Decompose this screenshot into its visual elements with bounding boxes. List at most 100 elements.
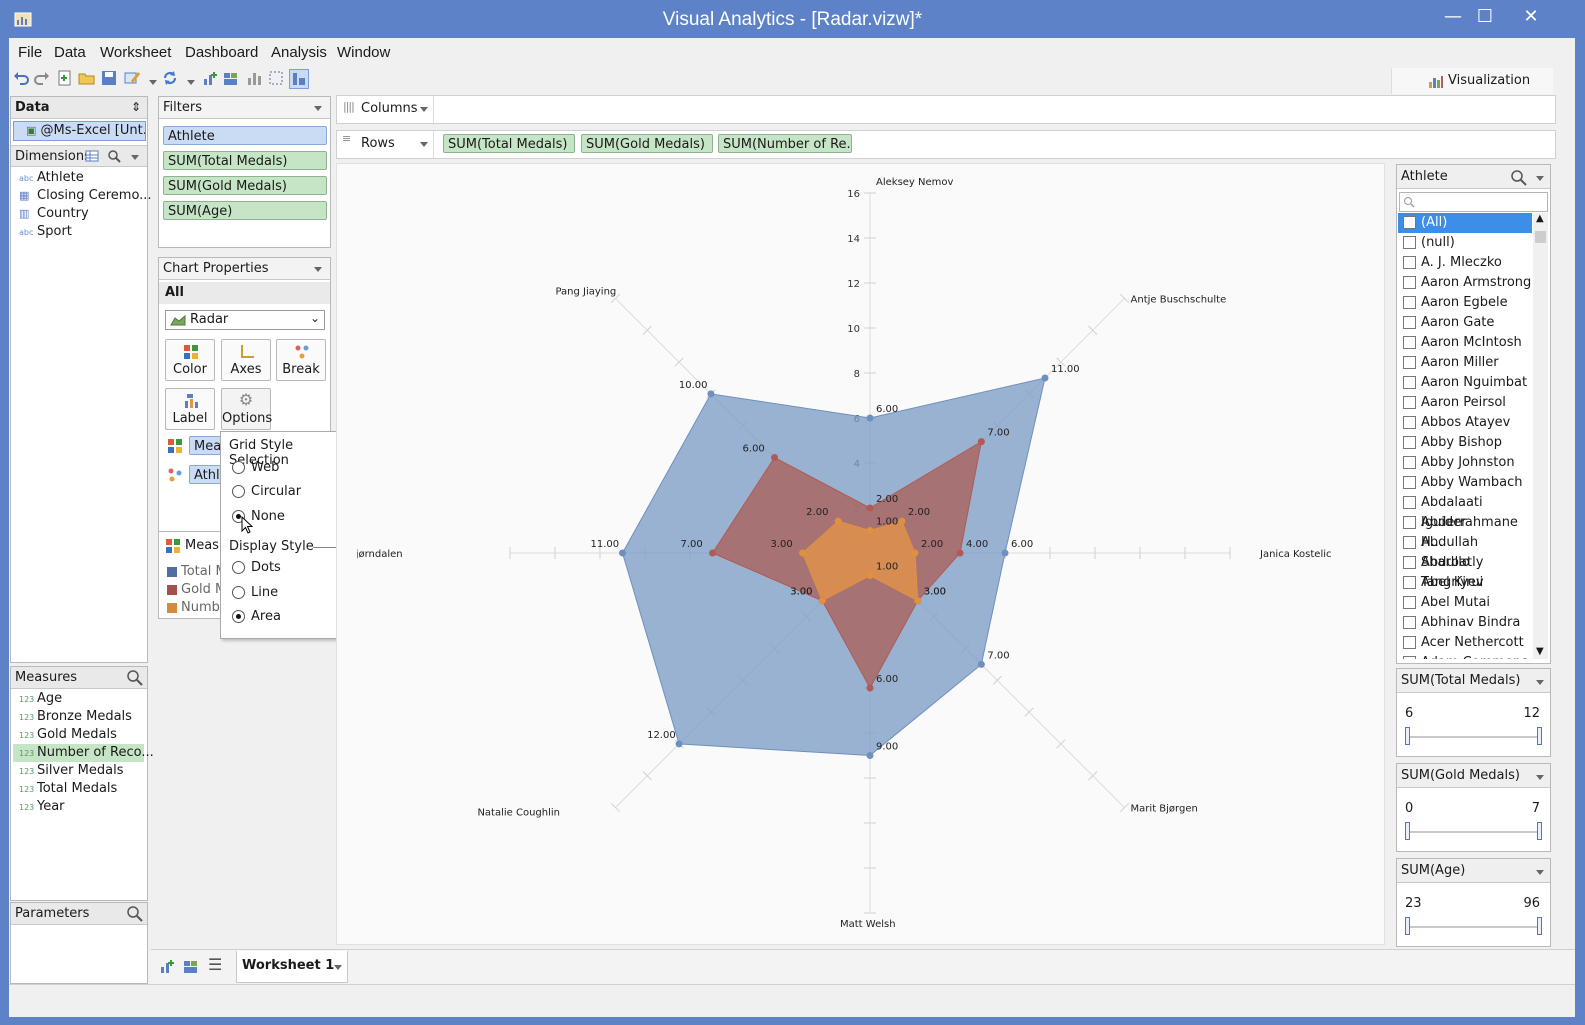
measure-item-gold-medals[interactable]: 123 Gold Medals — [19, 726, 117, 744]
athlete-item[interactable]: Aaron Peirsol — [1398, 393, 1532, 413]
scroll-down-icon[interactable]: ▼ — [1536, 646, 1544, 657]
athlete-item[interactable]: Abby Wambach — [1398, 473, 1532, 493]
sheet-tab-worksheet-1[interactable]: Worksheet 1 — [236, 951, 348, 983]
chevron-down-icon[interactable] — [334, 965, 342, 970]
color-button[interactable]: Color — [165, 339, 215, 381]
athlete-checkbox[interactable] — [1403, 256, 1416, 269]
athlete-checkbox[interactable] — [1403, 616, 1416, 629]
chevron-down-icon[interactable] — [314, 106, 322, 111]
select-icon[interactable] — [267, 69, 285, 87]
athlete-checkbox[interactable] — [1403, 496, 1416, 509]
filter-pill-athlete[interactable]: Athlete — [163, 126, 327, 145]
chevron-down-icon[interactable] — [420, 107, 428, 112]
chevron-down-icon[interactable] — [314, 267, 322, 272]
chevron-down-icon[interactable] — [187, 80, 195, 85]
new-dashboard-icon[interactable] — [222, 69, 240, 87]
chevron-down-icon[interactable] — [1536, 870, 1544, 875]
filter-pill-gold-medals[interactable]: SUM(Gold Medals) — [163, 176, 327, 195]
measure-item-total-medals[interactable]: 123 Total Medals — [19, 780, 117, 798]
chevron-down-icon[interactable] — [420, 142, 428, 147]
axes-button[interactable]: Axes — [221, 339, 271, 381]
refresh-icon[interactable] — [161, 69, 179, 87]
pin-icon[interactable]: ⇕ — [131, 100, 141, 114]
athlete-checkbox[interactable] — [1403, 276, 1416, 289]
dimension-item-closing-ceremony[interactable]: ▦ Closing Ceremo... — [19, 187, 152, 205]
athlete-checkbox[interactable] — [1403, 316, 1416, 329]
grid-web-radio[interactable] — [232, 461, 245, 474]
athlete-checkbox[interactable] — [1403, 516, 1416, 529]
athlete-item[interactable]: (null) — [1398, 233, 1532, 253]
athlete-item[interactable]: Abbos Atayev — [1398, 413, 1532, 433]
menu-window[interactable]: Window — [337, 44, 390, 61]
athlete-list-scrollbar[interactable]: ▲ ▼ — [1533, 213, 1548, 659]
search-icon[interactable] — [127, 906, 143, 922]
range-slider-max-handle[interactable] — [1537, 727, 1542, 745]
athlete-item[interactable]: Abel Mutai — [1398, 593, 1532, 613]
table-icon[interactable] — [85, 149, 99, 163]
athlete-checkbox[interactable] — [1403, 536, 1416, 549]
display-line-radio[interactable] — [232, 586, 245, 599]
athlete-item[interactable]: Aaron Nguimbat — [1398, 373, 1532, 393]
athlete-item[interactable]: Abdullah Sharbatly — [1398, 533, 1532, 570]
athlete-checkbox[interactable] — [1403, 476, 1416, 489]
filter-pill-age[interactable]: SUM(Age) — [163, 201, 327, 220]
options-button[interactable]: ⚙ Options — [221, 388, 272, 430]
sheet-list-icon[interactable]: ☰ — [208, 955, 222, 974]
rows-pill-total-medals[interactable]: SUM(Total Medals) — [443, 134, 575, 153]
athlete-checkbox[interactable] — [1403, 636, 1416, 649]
columns-shelf[interactable]: |||| Columns — [336, 95, 1556, 124]
redo-icon[interactable] — [33, 69, 51, 87]
chevron-down-icon[interactable] — [131, 155, 139, 160]
menu-worksheet[interactable]: Worksheet — [100, 44, 171, 61]
display-dots-radio[interactable] — [232, 561, 245, 574]
label-button[interactable]: Label — [165, 388, 215, 430]
chevron-down-icon[interactable] — [1536, 680, 1544, 685]
athlete-item[interactable]: Aaron Egbele — [1398, 293, 1532, 313]
range-slider-track[interactable] — [1407, 831, 1539, 833]
search-icon[interactable] — [107, 149, 121, 163]
athlete-item[interactable]: Abby Johnston — [1398, 453, 1532, 473]
range-slider-min-handle[interactable] — [1405, 822, 1410, 840]
athlete-checkbox[interactable] — [1403, 596, 1416, 609]
new-icon[interactable] — [56, 69, 74, 87]
athlete-search-input[interactable] — [1399, 192, 1548, 212]
athlete-item[interactable]: Aaron Gate — [1398, 313, 1532, 333]
menu-file[interactable]: File — [18, 44, 42, 61]
measure-item-silver-medals[interactable]: 123 Silver Medals — [19, 762, 123, 780]
measure-item-age[interactable]: 123 Age — [19, 690, 62, 708]
chevron-down-icon[interactable] — [1536, 775, 1544, 780]
show-cards-icon[interactable] — [289, 69, 309, 89]
scope-all[interactable]: All — [159, 282, 330, 304]
range-slider-max-handle[interactable] — [1537, 917, 1542, 935]
rows-pill-gold-medals[interactable]: SUM(Gold Medals) — [581, 134, 713, 153]
chart-icon[interactable] — [245, 69, 263, 87]
range-slider-max-handle[interactable] — [1537, 822, 1542, 840]
scroll-thumb[interactable] — [1535, 231, 1546, 243]
menu-analysis[interactable]: Analysis — [271, 44, 327, 61]
athlete-item[interactable]: (All) — [1398, 213, 1532, 233]
athlete-checkbox[interactable] — [1403, 456, 1416, 469]
close-button[interactable]: ✕ — [1508, 4, 1554, 30]
visualization-tab[interactable]: Visualization — [1391, 68, 1553, 94]
radar-chart[interactable]: Aleksey Nemov Antje Buschschulte Janica Ko… — [357, 172, 1384, 940]
search-icon[interactable] — [1511, 170, 1527, 186]
athlete-item[interactable]: Adam Commens — [1398, 653, 1532, 659]
chevron-down-icon[interactable] — [149, 80, 157, 85]
new-worksheet-icon[interactable] — [159, 958, 175, 974]
athlete-checkbox[interactable] — [1403, 376, 1416, 389]
athlete-item[interactable]: Acer Nethercott — [1398, 633, 1532, 653]
undo-icon[interactable] — [12, 69, 30, 87]
dimension-item-athlete[interactable]: abc Athlete — [19, 169, 84, 187]
athlete-checkbox[interactable] — [1403, 656, 1416, 659]
edit-data-icon[interactable] — [123, 69, 141, 87]
athlete-item[interactable]: Aaron Miller — [1398, 353, 1532, 373]
dimension-item-country[interactable]: ▥ Country — [19, 205, 89, 223]
new-dashboard-icon[interactable] — [183, 958, 199, 974]
chevron-down-icon[interactable] — [1536, 176, 1544, 181]
athlete-item[interactable]: Abel Kirui — [1398, 573, 1532, 593]
display-area-radio[interactable] — [232, 610, 245, 623]
athlete-item[interactable]: Abhinav Bindra — [1398, 613, 1532, 633]
athlete-checkbox[interactable] — [1403, 296, 1416, 309]
athlete-checkbox[interactable] — [1403, 236, 1416, 249]
athlete-item[interactable]: Aaron Armstrong — [1398, 273, 1532, 293]
